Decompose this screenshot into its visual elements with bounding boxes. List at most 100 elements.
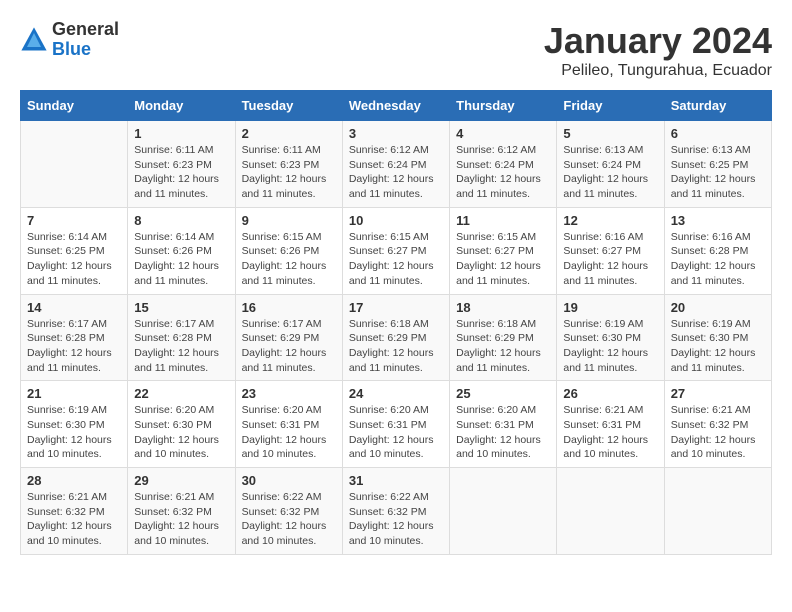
- day-number: 25: [456, 386, 550, 401]
- header-monday: Monday: [128, 91, 235, 121]
- calendar-cell: [557, 468, 664, 555]
- day-number: 12: [563, 213, 657, 228]
- calendar-cell: 18 Sunrise: 6:18 AM Sunset: 6:29 PM Dayli…: [450, 294, 557, 381]
- day-info: Sunrise: 6:18 AM Sunset: 6:29 PM Dayligh…: [456, 317, 550, 376]
- day-info: Sunrise: 6:22 AM Sunset: 6:32 PM Dayligh…: [349, 490, 443, 549]
- day-info: Sunrise: 6:19 AM Sunset: 6:30 PM Dayligh…: [27, 403, 121, 462]
- calendar-week-3: 21 Sunrise: 6:19 AM Sunset: 6:30 PM Dayli…: [21, 381, 772, 468]
- calendar-cell: 14Sunrise: 6:17 AM Sunset: 6:28 PM Dayli…: [21, 294, 128, 381]
- calendar-week-0: 1 Sunrise: 6:11 AM Sunset: 6:23 PM Daylig…: [21, 121, 772, 208]
- calendar-cell: 13Sunrise: 6:16 AM Sunset: 6:28 PM Dayli…: [664, 207, 771, 294]
- header-wednesday: Wednesday: [342, 91, 449, 121]
- day-info: Sunrise: 6:11 AM Sunset: 6:23 PM Dayligh…: [134, 143, 228, 202]
- day-info: Sunrise: 6:21 AM Sunset: 6:32 PM Dayligh…: [671, 403, 765, 462]
- calendar-cell: 20Sunrise: 6:19 AM Sunset: 6:30 PM Dayli…: [664, 294, 771, 381]
- day-number: 5: [563, 126, 657, 141]
- header-tuesday: Tuesday: [235, 91, 342, 121]
- day-info: Sunrise: 6:14 AM Sunset: 6:25 PM Dayligh…: [27, 230, 121, 289]
- day-info: Sunrise: 6:21 AM Sunset: 6:32 PM Dayligh…: [134, 490, 228, 549]
- calendar-cell: 2 Sunrise: 6:11 AM Sunset: 6:23 PM Daylig…: [235, 121, 342, 208]
- day-number: 30: [242, 473, 336, 488]
- day-info: Sunrise: 6:17 AM Sunset: 6:29 PM Dayligh…: [242, 317, 336, 376]
- day-number: 16: [242, 300, 336, 315]
- day-number: 8: [134, 213, 228, 228]
- day-info: Sunrise: 6:20 AM Sunset: 6:30 PM Dayligh…: [134, 403, 228, 462]
- calendar-week-1: 7 Sunrise: 6:14 AM Sunset: 6:25 PM Daylig…: [21, 207, 772, 294]
- logo: General Blue: [20, 20, 119, 60]
- header-saturday: Saturday: [664, 91, 771, 121]
- calendar-cell: 24 Sunrise: 6:20 AM Sunset: 6:31 PM Dayli…: [342, 381, 449, 468]
- calendar-cell: 10 Sunrise: 6:15 AM Sunset: 6:27 PM Dayli…: [342, 207, 449, 294]
- day-number: 2: [242, 126, 336, 141]
- calendar-cell: 21 Sunrise: 6:19 AM Sunset: 6:30 PM Dayli…: [21, 381, 128, 468]
- day-number: 7: [27, 213, 121, 228]
- logo-icon: [20, 26, 48, 54]
- logo-general: General: [52, 20, 119, 40]
- day-info: Sunrise: 6:13 AM Sunset: 6:25 PM Dayligh…: [671, 143, 765, 202]
- calendar-cell: 4 Sunrise: 6:12 AM Sunset: 6:24 PM Daylig…: [450, 121, 557, 208]
- day-number: 28: [27, 473, 121, 488]
- day-info: Sunrise: 6:16 AM Sunset: 6:27 PM Dayligh…: [563, 230, 657, 289]
- calendar-cell: 16 Sunrise: 6:17 AM Sunset: 6:29 PM Dayli…: [235, 294, 342, 381]
- day-info: Sunrise: 6:21 AM Sunset: 6:31 PM Dayligh…: [563, 403, 657, 462]
- day-number: 18: [456, 300, 550, 315]
- title-section: January 2024 Pelileo, Tungurahua, Ecuado…: [544, 20, 772, 80]
- logo-text: General Blue: [52, 20, 119, 60]
- day-info: Sunrise: 6:12 AM Sunset: 6:24 PM Dayligh…: [456, 143, 550, 202]
- calendar-cell: 8 Sunrise: 6:14 AM Sunset: 6:26 PM Daylig…: [128, 207, 235, 294]
- day-number: 13: [671, 213, 765, 228]
- day-number: 3: [349, 126, 443, 141]
- day-number: 21: [27, 386, 121, 401]
- calendar-cell: 30 Sunrise: 6:22 AM Sunset: 6:32 PM Dayli…: [235, 468, 342, 555]
- page-header: General Blue January 2024 Pelileo, Tungu…: [20, 20, 772, 80]
- day-info: Sunrise: 6:17 AM Sunset: 6:28 PM Dayligh…: [134, 317, 228, 376]
- calendar-table: SundayMondayTuesdayWednesdayThursdayFrid…: [20, 90, 772, 555]
- calendar-cell: 25 Sunrise: 6:20 AM Sunset: 6:31 PM Dayli…: [450, 381, 557, 468]
- calendar-cell: 26 Sunrise: 6:21 AM Sunset: 6:31 PM Dayli…: [557, 381, 664, 468]
- day-info: Sunrise: 6:19 AM Sunset: 6:30 PM Dayligh…: [563, 317, 657, 376]
- day-number: 24: [349, 386, 443, 401]
- calendar-body: 1 Sunrise: 6:11 AM Sunset: 6:23 PM Daylig…: [21, 121, 772, 555]
- day-info: Sunrise: 6:15 AM Sunset: 6:27 PM Dayligh…: [456, 230, 550, 289]
- day-number: 11: [456, 213, 550, 228]
- calendar-cell: 15 Sunrise: 6:17 AM Sunset: 6:28 PM Dayli…: [128, 294, 235, 381]
- calendar-cell: [21, 121, 128, 208]
- calendar-cell: 22 Sunrise: 6:20 AM Sunset: 6:30 PM Dayli…: [128, 381, 235, 468]
- day-number: 15: [134, 300, 228, 315]
- day-info: Sunrise: 6:21 AM Sunset: 6:32 PM Dayligh…: [27, 490, 121, 549]
- day-number: 17: [349, 300, 443, 315]
- day-number: 6: [671, 126, 765, 141]
- day-info: Sunrise: 6:20 AM Sunset: 6:31 PM Dayligh…: [349, 403, 443, 462]
- calendar-cell: 1 Sunrise: 6:11 AM Sunset: 6:23 PM Daylig…: [128, 121, 235, 208]
- day-number: 22: [134, 386, 228, 401]
- logo-blue: Blue: [52, 40, 119, 60]
- day-number: 4: [456, 126, 550, 141]
- day-info: Sunrise: 6:11 AM Sunset: 6:23 PM Dayligh…: [242, 143, 336, 202]
- day-info: Sunrise: 6:17 AM Sunset: 6:28 PM Dayligh…: [27, 317, 121, 376]
- calendar-cell: [450, 468, 557, 555]
- calendar-cell: 7 Sunrise: 6:14 AM Sunset: 6:25 PM Daylig…: [21, 207, 128, 294]
- day-number: 1: [134, 126, 228, 141]
- day-info: Sunrise: 6:15 AM Sunset: 6:26 PM Dayligh…: [242, 230, 336, 289]
- day-info: Sunrise: 6:19 AM Sunset: 6:30 PM Dayligh…: [671, 317, 765, 376]
- day-number: 19: [563, 300, 657, 315]
- calendar-week-4: 28 Sunrise: 6:21 AM Sunset: 6:32 PM Dayli…: [21, 468, 772, 555]
- day-info: Sunrise: 6:18 AM Sunset: 6:29 PM Dayligh…: [349, 317, 443, 376]
- calendar-cell: 19 Sunrise: 6:19 AM Sunset: 6:30 PM Dayli…: [557, 294, 664, 381]
- location-title: Pelileo, Tungurahua, Ecuador: [544, 62, 772, 80]
- calendar-cell: 17 Sunrise: 6:18 AM Sunset: 6:29 PM Dayli…: [342, 294, 449, 381]
- day-number: 31: [349, 473, 443, 488]
- day-info: Sunrise: 6:20 AM Sunset: 6:31 PM Dayligh…: [456, 403, 550, 462]
- day-number: 9: [242, 213, 336, 228]
- day-number: 26: [563, 386, 657, 401]
- header-friday: Friday: [557, 91, 664, 121]
- day-info: Sunrise: 6:12 AM Sunset: 6:24 PM Dayligh…: [349, 143, 443, 202]
- day-info: Sunrise: 6:15 AM Sunset: 6:27 PM Dayligh…: [349, 230, 443, 289]
- calendar-cell: 23Sunrise: 6:20 AM Sunset: 6:31 PM Dayli…: [235, 381, 342, 468]
- day-info: Sunrise: 6:13 AM Sunset: 6:24 PM Dayligh…: [563, 143, 657, 202]
- day-number: 10: [349, 213, 443, 228]
- day-info: Sunrise: 6:22 AM Sunset: 6:32 PM Dayligh…: [242, 490, 336, 549]
- day-number: 27: [671, 386, 765, 401]
- day-info: Sunrise: 6:14 AM Sunset: 6:26 PM Dayligh…: [134, 230, 228, 289]
- calendar-cell: 29Sunrise: 6:21 AM Sunset: 6:32 PM Dayli…: [128, 468, 235, 555]
